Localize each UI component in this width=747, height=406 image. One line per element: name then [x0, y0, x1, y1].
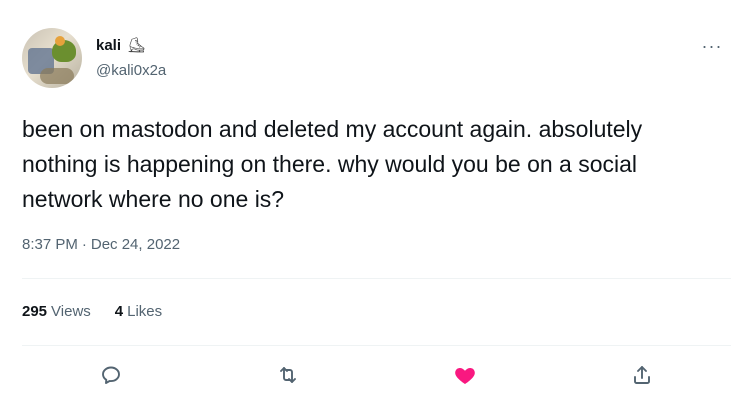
heart-icon — [455, 367, 475, 384]
ice-skate-icon: ⛸ — [127, 37, 147, 54]
likes-stat[interactable]: 4 Likes — [115, 303, 162, 320]
likes-label: Likes — [127, 303, 163, 320]
divider — [22, 345, 731, 346]
share-icon — [634, 366, 651, 384]
divider — [22, 278, 731, 279]
views-stat: 295 Views — [22, 303, 91, 320]
like-button[interactable] — [448, 358, 482, 392]
tweet-date: Dec 24, 2022 — [90, 236, 181, 253]
tweet-card: kali ⛸ @kali0x2a ··· been on mastodon an… — [0, 0, 747, 406]
views-label: Views — [51, 303, 91, 320]
avatar[interactable] — [22, 28, 82, 88]
user-handle[interactable]: @kali0x2a — [96, 62, 166, 79]
tweet-timestamp[interactable]: 8:37 PM · Dec 24, 2022 — [22, 236, 180, 253]
name-row: kali ⛸ — [96, 36, 147, 55]
views-count: 295 — [22, 303, 48, 320]
timestamp-separator: · — [81, 236, 87, 253]
reply-button[interactable] — [94, 358, 128, 392]
display-name[interactable]: kali — [96, 37, 121, 54]
likes-count: 4 — [114, 303, 124, 320]
tweet-time: 8:37 PM — [22, 236, 78, 253]
reply-icon — [101, 366, 120, 384]
tweet-text: been on mastodon and deleted my account … — [22, 116, 643, 212]
retweet-icon — [279, 367, 296, 383]
more-options-icon[interactable]: ··· — [697, 36, 727, 56]
tweet-stats: 295 Views 4 Likes — [22, 303, 162, 320]
share-button[interactable] — [625, 358, 659, 392]
retweet-button[interactable] — [271, 358, 305, 392]
tweet-header: kali ⛸ @kali0x2a ··· — [22, 28, 727, 92]
action-bar — [22, 358, 731, 392]
